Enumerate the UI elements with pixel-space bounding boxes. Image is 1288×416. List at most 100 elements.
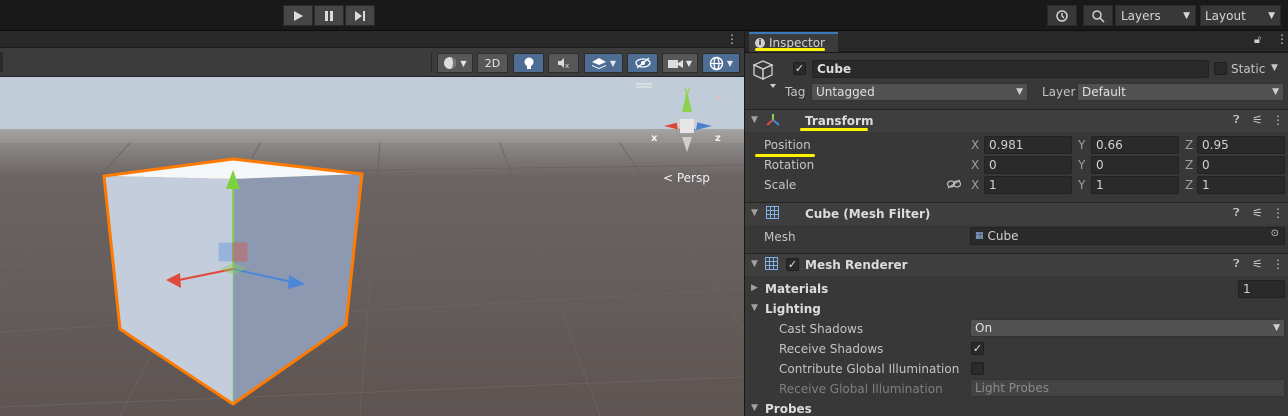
static-checkbox[interactable] xyxy=(1214,62,1227,75)
undo-history-button[interactable] xyxy=(1047,5,1077,26)
mesh-object-field[interactable]: ▦ Cube ⊙ xyxy=(970,227,1285,245)
rotation-x-field[interactable]: 0 xyxy=(984,156,1072,174)
svg-text:x: x xyxy=(565,62,569,69)
receive-shadows-label: Receive Shadows xyxy=(779,342,884,356)
rotation-z-value: 0 xyxy=(1202,158,1210,172)
contribute-gi-checkbox[interactable] xyxy=(971,362,984,375)
scale-x-axis-label: X xyxy=(971,178,980,192)
scene-viewport[interactable]: y x z < Persp xyxy=(0,77,744,416)
lighting-label: Lighting xyxy=(765,302,821,316)
2d-label: 2D xyxy=(484,56,501,70)
lightbulb-icon xyxy=(524,57,533,69)
scene-canvas xyxy=(0,77,744,416)
mesh-renderer-enabled-checkbox[interactable]: ✓ xyxy=(786,258,799,271)
foldout-arrow-icon[interactable]: ▼ xyxy=(751,403,758,413)
tag-dropdown[interactable]: Untagged ▼ xyxy=(811,83,1028,101)
pause-button[interactable] xyxy=(314,5,344,26)
foldout-arrow-icon[interactable]: ▶ xyxy=(751,283,758,293)
position-z-axis-label: Z xyxy=(1185,138,1194,152)
camera-settings-button[interactable]: ▼ xyxy=(662,53,698,73)
position-y-axis-label: Y xyxy=(1078,138,1086,152)
rotation-z-field[interactable]: 0 xyxy=(1197,156,1285,174)
layout-dropdown[interactable]: Layout ▼ xyxy=(1200,5,1281,26)
object-name-value: Cube xyxy=(817,62,852,76)
materials-count-field[interactable]: 1 xyxy=(1238,280,1285,298)
scale-y-axis-label: Y xyxy=(1078,178,1086,192)
more-options-icon[interactable]: ⋮ xyxy=(1276,32,1288,46)
position-label: Position xyxy=(764,138,811,152)
mesh-label: Mesh xyxy=(764,230,796,244)
position-z-value: 0.95 xyxy=(1202,138,1229,152)
rotation-y-field[interactable]: 0 xyxy=(1091,156,1179,174)
scale-x-field[interactable]: 1 xyxy=(984,176,1072,194)
toggle-2d-button[interactable]: 2D xyxy=(477,53,508,73)
receive-gi-dropdown: Light Probes xyxy=(970,379,1285,397)
object-name-field[interactable]: Cube xyxy=(812,60,1209,78)
rotation-x-value: 0 xyxy=(989,158,997,172)
more-options-icon[interactable]: ⋮ xyxy=(726,32,738,46)
play-button[interactable] xyxy=(283,5,313,26)
audio-toggle-button[interactable]: x xyxy=(548,53,579,73)
chevron-down-icon[interactable]: ▼ xyxy=(1271,63,1278,73)
cast-shadows-dropdown[interactable]: On ▼ xyxy=(970,319,1285,337)
scale-z-field[interactable]: 1 xyxy=(1197,176,1285,194)
presets-sliders-icon[interactable]: ⚟ xyxy=(1252,113,1263,127)
layers-label: Layers xyxy=(1121,8,1161,23)
gizmos-dropdown-button[interactable]: ▼ xyxy=(702,53,740,73)
constrain-proportions-link-icon[interactable] xyxy=(947,179,961,189)
layer-dropdown[interactable]: Default ▼ xyxy=(1077,83,1284,101)
presets-sliders-icon[interactable]: ⚟ xyxy=(1252,257,1263,271)
foldout-arrow-icon[interactable]: ▼ xyxy=(751,259,758,269)
more-options-icon[interactable]: ⋮ xyxy=(1272,113,1284,127)
transform-axes-icon xyxy=(766,114,780,126)
lock-icon[interactable]: 🔓︎ xyxy=(1254,33,1261,47)
static-label: Static xyxy=(1231,62,1266,76)
foldout-arrow-icon[interactable]: ▼ xyxy=(751,303,758,313)
materials-count-value: 1 xyxy=(1243,282,1251,296)
search-button[interactable] xyxy=(1083,5,1113,26)
presets-sliders-icon[interactable]: ⚟ xyxy=(1252,206,1263,220)
layer-value: Default xyxy=(1082,85,1126,99)
step-button[interactable] xyxy=(345,5,375,26)
foldout-arrow-icon[interactable]: ▼ xyxy=(751,208,758,218)
chevron-down-icon: ▼ xyxy=(1273,323,1280,333)
more-options-icon[interactable]: ⋮ xyxy=(1272,257,1284,271)
help-icon[interactable]: ❓︎ xyxy=(1233,257,1240,271)
mesh-renderer-title: Mesh Renderer xyxy=(805,258,908,272)
layers-dropdown[interactable]: Layers ▼ xyxy=(1115,5,1196,26)
info-icon: i xyxy=(755,38,765,48)
rotation-x-axis-label: X xyxy=(971,158,980,172)
help-icon[interactable]: ❓︎ xyxy=(1233,206,1240,220)
toolbar-edge xyxy=(0,52,3,72)
hidden-objects-toggle-button[interactable] xyxy=(627,53,658,73)
scale-label: Scale xyxy=(764,178,797,192)
mesh-grid-icon: ▦ xyxy=(975,231,984,241)
position-x-field[interactable]: 0.981 xyxy=(984,136,1072,154)
object-picker-icon[interactable]: ⊙ xyxy=(1271,228,1279,239)
scale-z-value: 1 xyxy=(1202,178,1210,192)
chevron-down-icon: ▼ xyxy=(1183,10,1190,21)
position-z-field[interactable]: 0.95 xyxy=(1197,136,1285,154)
history-icon xyxy=(1056,9,1068,22)
axis-y-label: y xyxy=(684,86,691,97)
mesh-renderer-icon xyxy=(765,257,778,270)
layout-label: Layout xyxy=(1205,8,1246,23)
receive-shadows-checkbox[interactable]: ✓ xyxy=(971,342,984,355)
effects-layers-icon xyxy=(591,57,606,69)
scale-y-field[interactable]: 1 xyxy=(1091,176,1179,194)
shading-mode-button[interactable]: ▼ xyxy=(437,53,473,73)
highlight-position xyxy=(755,154,815,157)
chevron-down-icon: ▼ xyxy=(460,58,467,68)
chevron-down-icon: ▼ xyxy=(1272,87,1279,97)
position-y-field[interactable]: 0.66 xyxy=(1091,136,1179,154)
help-icon[interactable]: ❓︎ xyxy=(1233,113,1240,127)
foldout-arrow-icon[interactable]: ▼ xyxy=(751,115,758,125)
effects-dropdown-button[interactable]: ▼ xyxy=(584,53,623,73)
tag-label: Tag xyxy=(785,85,806,99)
lighting-toggle-button[interactable] xyxy=(513,53,544,73)
projection-toggle[interactable]: < Persp xyxy=(663,171,710,185)
mesh-value: Cube xyxy=(987,229,1019,243)
axis-x-label: x xyxy=(651,133,658,144)
more-options-icon[interactable]: ⋮ xyxy=(1272,206,1284,220)
active-checkbox[interactable]: ✓ xyxy=(793,62,806,75)
